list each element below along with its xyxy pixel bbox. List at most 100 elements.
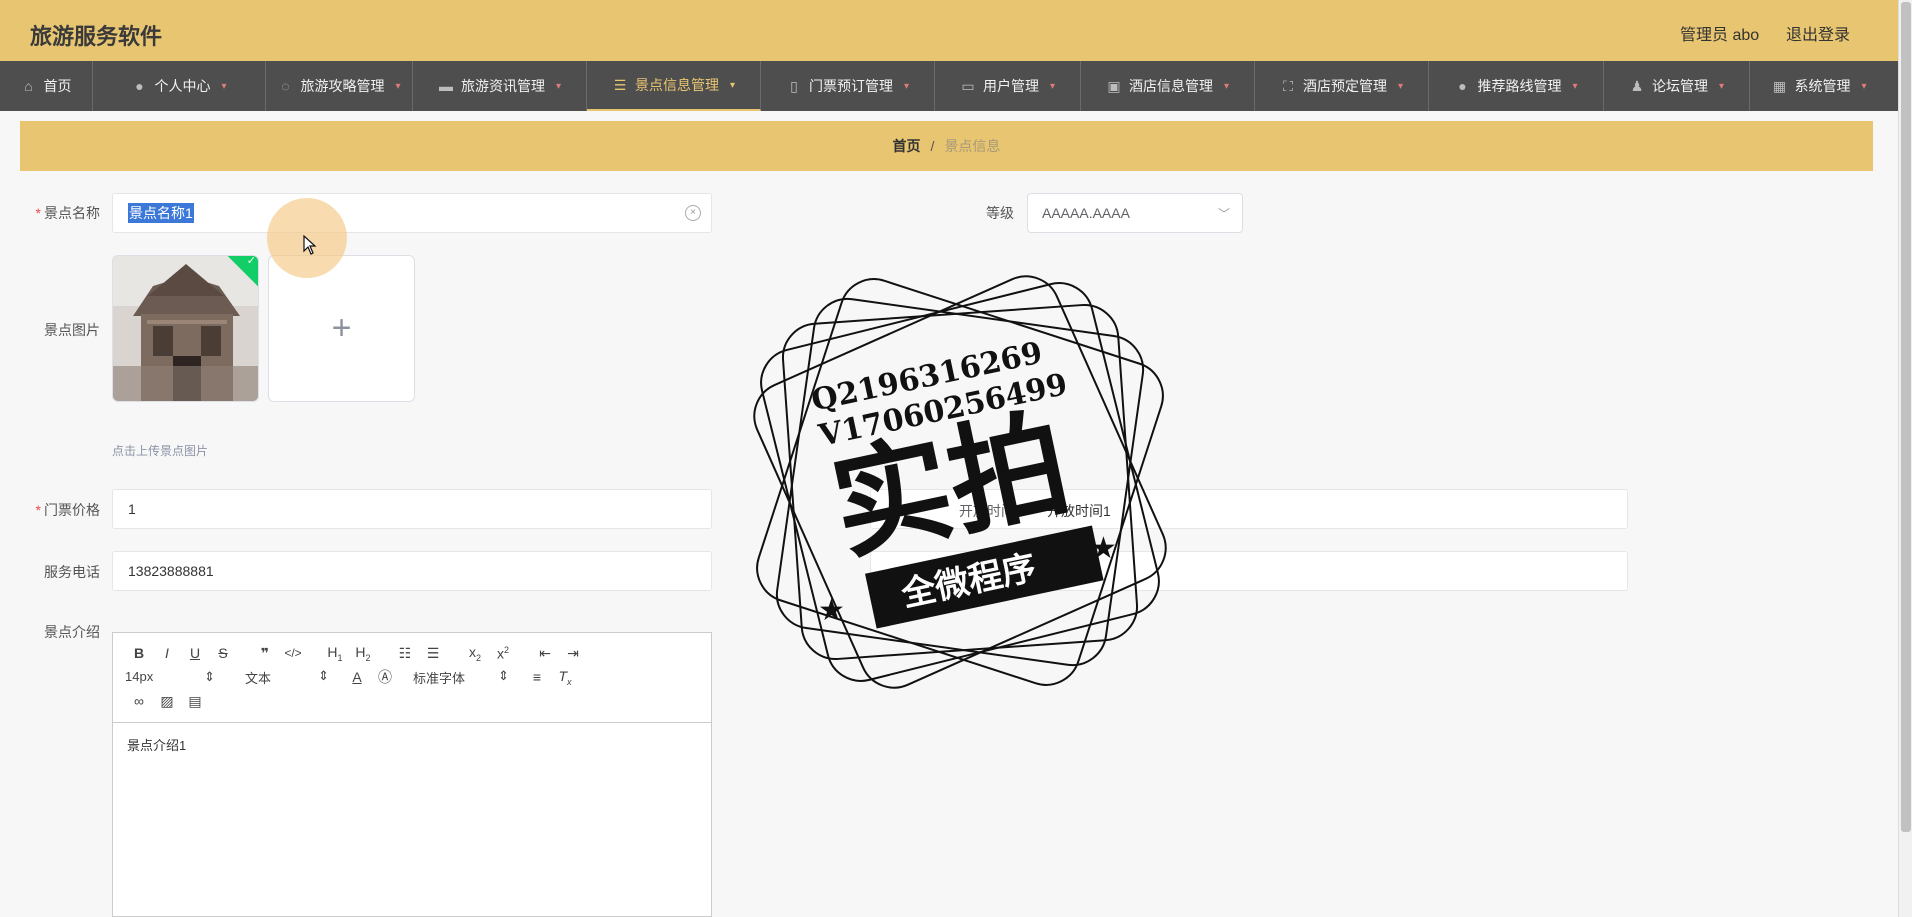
plus-icon: +	[331, 309, 352, 347]
bullet-list-icon[interactable]: ☰	[419, 645, 447, 662]
rich-text-editor: B I U S ❞ </> H1 H2 ☷ ☰ x2 x2 ⇤ ⇥ 14px ⇕ …	[112, 632, 712, 917]
italic-icon[interactable]: I	[153, 645, 181, 661]
chevron-down-icon: ▾	[1718, 80, 1725, 92]
text-color-icon[interactable]: A	[343, 669, 371, 685]
image-label: 景点图片	[44, 322, 100, 338]
person-icon: ●	[1458, 78, 1467, 94]
nav-label: 系统管理	[1794, 78, 1851, 94]
nav-label: 旅游攻略管理	[300, 78, 385, 94]
briefcase-icon: ▣	[1107, 77, 1121, 94]
updown-icon: ⇕	[204, 669, 215, 684]
strikethrough-icon[interactable]: S	[209, 645, 237, 661]
upload-image-button[interactable]: +	[268, 255, 415, 402]
nav-item-home[interactable]: ⌂ 首页	[0, 61, 93, 111]
intro-label: 景点介绍	[44, 624, 100, 640]
refresh-icon: ◌	[281, 78, 290, 94]
subscript-icon[interactable]: x2	[461, 644, 489, 663]
grid-icon: ▦	[1772, 77, 1787, 94]
nav-label: 酒店信息管理	[1128, 78, 1213, 94]
name-input[interactable]: 景点名称1 ×	[112, 193, 712, 233]
level-select[interactable]: AAAAA.AAAA ﹀	[1027, 193, 1243, 233]
link-icon[interactable]: ∞	[125, 693, 153, 709]
editor-toolbar: B I U S ❞ </> H1 H2 ☷ ☰ x2 x2 ⇤ ⇥ 14px ⇕ …	[113, 633, 711, 723]
nav-label: 推荐路线管理	[1477, 78, 1562, 94]
user-icon: ●	[135, 78, 144, 94]
chevron-down-icon: ▾	[1223, 80, 1230, 92]
nav-item-travel-news[interactable]: ▬ 旅游资讯管理 ▾	[413, 61, 587, 111]
paragraph-picker[interactable]: 文本 ⇕	[229, 668, 329, 687]
nav-item-forum[interactable]: ♟ 论坛管理 ▾	[1604, 61, 1750, 111]
scrollbar-thumb[interactable]	[1901, 2, 1911, 832]
nav-item-hotel-bookings[interactable]: ⛶ 酒店预定管理 ▾	[1255, 61, 1429, 111]
price-input[interactable]: 1	[112, 489, 712, 529]
bold-icon[interactable]: B	[125, 645, 153, 661]
mouse-pointer-icon	[303, 235, 317, 255]
image-icon[interactable]: ▨	[153, 693, 181, 710]
phone-input[interactable]: 13823888881	[112, 551, 712, 591]
breadcrumb-separator: /	[930, 138, 935, 154]
chevron-down-icon: ▾	[729, 79, 736, 91]
blockquote-icon[interactable]: ❞	[251, 645, 279, 662]
print-icon: ▬	[438, 78, 453, 94]
price-input-value: 1	[128, 501, 136, 517]
nav-item-users[interactable]: ▭ 用户管理 ▾	[935, 61, 1081, 111]
chevron-down-icon: ﹀	[1217, 207, 1230, 221]
nav-label: 个人中心	[154, 78, 211, 94]
background-color-icon[interactable]: Ⓐ	[371, 667, 399, 687]
nav-item-scenic-spots[interactable]: ☰ 景点信息管理 ▾	[587, 61, 761, 111]
scenic-image-thumbnail[interactable]: ✓	[112, 255, 259, 402]
page-scrollbar[interactable]	[1898, 0, 1912, 917]
font-size-picker[interactable]: 14px ⇕	[125, 669, 215, 685]
nav-item-system[interactable]: ▦ 系统管理 ▾	[1750, 61, 1888, 111]
breadcrumb-home[interactable]: 首页	[893, 136, 921, 156]
name-label-text: 景点名称	[44, 205, 100, 221]
video-icon[interactable]: ▤	[181, 693, 209, 710]
fullscreen-icon: ⛶	[1283, 77, 1293, 94]
nav-item-hotels[interactable]: ▣ 酒店信息管理 ▾	[1081, 61, 1255, 111]
main-nav: ⌂ 首页 ● 个人中心 ▾ ◌ 旅游攻略管理 ▾ ▬ 旅游资讯管理 ▾ ☰ 景点…	[0, 61, 1898, 111]
nav-label: 首页	[43, 78, 72, 94]
header1-icon[interactable]: H1	[321, 644, 349, 663]
chevron-down-icon: ▾	[555, 80, 562, 92]
scenic-photo	[113, 256, 258, 401]
required-mark: *	[35, 205, 41, 221]
header2-icon[interactable]: H2	[349, 644, 377, 663]
underline-icon[interactable]: U	[181, 645, 209, 661]
clear-format-icon[interactable]: Tx	[551, 668, 579, 687]
nav-item-travel-guides[interactable]: ◌ 旅游攻略管理 ▾	[266, 61, 413, 111]
editor-content[interactable]: 景点介绍1	[113, 723, 711, 766]
check-icon: ✓	[246, 255, 256, 268]
nav-item-tickets[interactable]: ▯ 门票预订管理 ▾	[761, 61, 935, 111]
chevron-down-icon: ▾	[1397, 80, 1404, 92]
level-select-value: AAAAA.AAAA	[1042, 205, 1130, 221]
outdent-icon[interactable]: ⇤	[531, 645, 559, 662]
nav-label: 酒店预定管理	[1302, 78, 1387, 94]
chevron-down-icon: ▾	[1572, 80, 1578, 92]
name-input-value: 景点名称1	[128, 203, 194, 223]
name-label: * 景点名称	[18, 203, 100, 223]
app-title: 旅游服务软件	[30, 24, 163, 49]
nav-item-profile[interactable]: ● 个人中心 ▾	[93, 61, 266, 111]
upload-hint: 点击上传景点图片	[112, 444, 209, 458]
align-icon[interactable]: ≡	[523, 669, 551, 685]
mic-icon: ▯	[790, 77, 798, 94]
superscript-icon[interactable]: x2	[489, 645, 517, 662]
chevron-down-icon: ▾	[395, 80, 401, 92]
logout-link[interactable]: 退出登录	[1786, 21, 1850, 45]
chat-icon: ▭	[961, 77, 975, 94]
font-family-picker[interactable]: 标准字体 ⇕	[413, 668, 509, 687]
indent-icon[interactable]: ⇥	[559, 645, 587, 662]
ordered-list-icon[interactable]: ☷	[391, 645, 419, 662]
nav-label: 用户管理	[982, 78, 1039, 94]
chevron-down-icon: ▾	[221, 80, 227, 92]
phone-input-value: 13823888881	[128, 563, 214, 579]
chevron-down-icon: ▾	[1049, 80, 1056, 92]
list-icon: ☰	[613, 76, 627, 93]
level-label: 等级	[986, 205, 1014, 221]
clear-icon[interactable]: ×	[685, 205, 701, 221]
font-size-value: 14px	[125, 669, 154, 684]
svg-text:★: ★	[1090, 532, 1117, 565]
nav-item-routes[interactable]: ● 推荐路线管理 ▾	[1429, 61, 1604, 111]
breadcrumb: 首页 / 景点信息	[20, 121, 1873, 171]
code-block-icon[interactable]: </>	[279, 646, 307, 660]
